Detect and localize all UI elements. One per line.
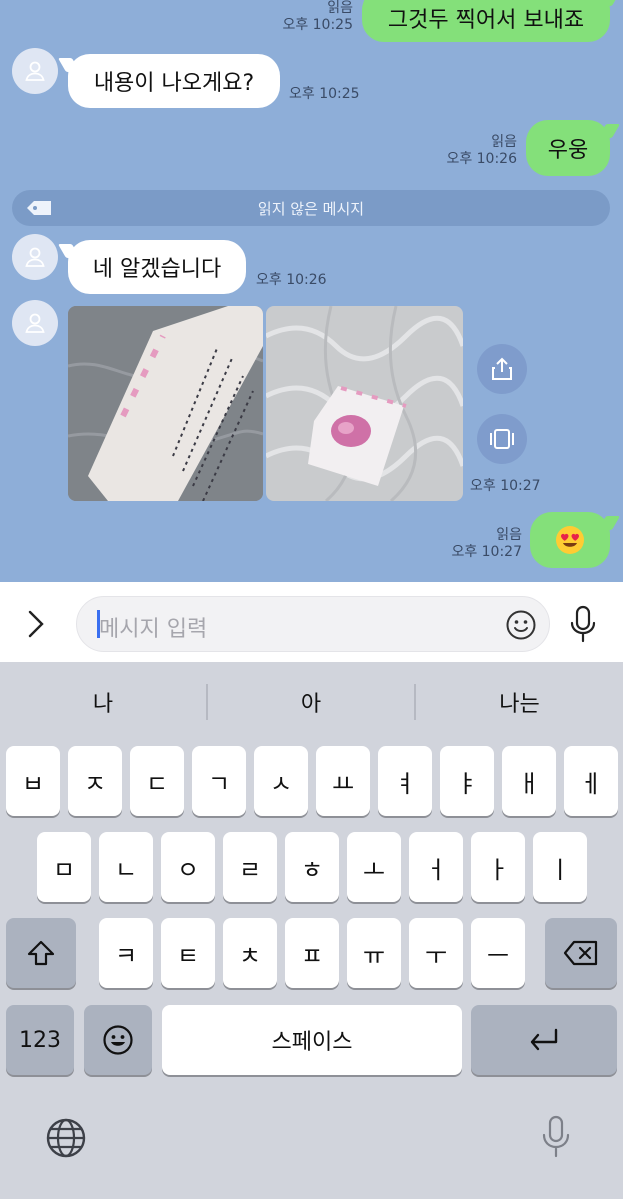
message-input-placeholder: 메시지 입력 bbox=[99, 617, 208, 642]
message-time: 오후 10:27 bbox=[451, 544, 522, 560]
message-bubble-outgoing[interactable]: 우웅 bbox=[526, 120, 610, 176]
unread-divider: 읽지 않은 메시지 bbox=[12, 190, 610, 226]
unread-tag-icon bbox=[27, 201, 51, 215]
chat-area[interactable]: 읽음 오후 10:25 그것두 찍어서 보내죠 내용이 나오게요? 오후 10:… bbox=[0, 0, 623, 582]
key[interactable]: ㄹ bbox=[223, 832, 277, 902]
avatar[interactable] bbox=[12, 234, 58, 280]
key[interactable]: ㅕ bbox=[378, 746, 432, 816]
key[interactable]: ㅛ bbox=[316, 746, 370, 816]
person-icon bbox=[25, 313, 45, 333]
key[interactable]: ㅔ bbox=[564, 746, 618, 816]
suggestion-item[interactable]: 아 bbox=[208, 662, 414, 742]
read-indicator: 읽음 bbox=[491, 134, 517, 150]
view-album-button[interactable] bbox=[477, 414, 527, 464]
emoji-key[interactable] bbox=[84, 1005, 152, 1075]
message-text: 네 알겠습니다 bbox=[92, 257, 222, 282]
message-text: 내용이 나오게요? bbox=[93, 71, 255, 96]
key[interactable]: ㅠ bbox=[347, 918, 401, 988]
key[interactable]: ㅈ bbox=[68, 746, 122, 816]
shift-key[interactable] bbox=[6, 918, 76, 988]
shift-icon bbox=[27, 940, 55, 966]
key[interactable]: ㅐ bbox=[502, 746, 556, 816]
share-icon bbox=[492, 357, 512, 380]
key[interactable]: ㅋ bbox=[99, 918, 153, 988]
key[interactable]: ㄷ bbox=[130, 746, 184, 816]
dictation-icon bbox=[542, 1115, 570, 1158]
photo-thumbnail[interactable] bbox=[68, 306, 263, 501]
keyboard: 나 아 나는 ㅂ ㅈ ㄷ ㄱ ㅅ ㅛ ㅕ ㅑ ㅐ ㅔ ㅁ ㄴ ㅇ ㄹ ㅎ ㅗ ㅓ… bbox=[0, 662, 623, 1199]
heart-eyes-emoji-icon bbox=[556, 526, 584, 554]
key[interactable]: ㅅ bbox=[254, 746, 308, 816]
message-meta: 읽음 오후 10:26 bbox=[446, 134, 517, 168]
message-bubble-outgoing[interactable]: 그것두 찍어서 보내죠 bbox=[362, 0, 610, 42]
message-bubble-outgoing[interactable] bbox=[530, 512, 610, 568]
mic-icon bbox=[570, 605, 596, 643]
message-bubble-incoming[interactable]: 네 알겠습니다 bbox=[68, 240, 246, 294]
emoji-button[interactable] bbox=[505, 609, 537, 641]
key[interactable]: ㅑ bbox=[440, 746, 494, 816]
suggestion-item[interactable]: 나는 bbox=[416, 662, 623, 742]
voice-button[interactable] bbox=[566, 604, 600, 644]
key[interactable]: ㅊ bbox=[223, 918, 277, 988]
key[interactable]: ㅂ bbox=[6, 746, 60, 816]
key[interactable]: ㅜ bbox=[409, 918, 463, 988]
message-text: 우웅 bbox=[547, 138, 589, 163]
backspace-icon bbox=[563, 940, 598, 966]
key[interactable]: ㅡ bbox=[471, 918, 525, 988]
chevron-right-icon bbox=[28, 610, 44, 638]
dictation-button[interactable] bbox=[538, 1114, 574, 1160]
globe-icon bbox=[46, 1118, 86, 1158]
message-meta: 읽음 오후 10:25 bbox=[282, 0, 353, 34]
message-time: 오후 10:26 bbox=[446, 151, 517, 167]
message-time: 오후 10:25 bbox=[289, 86, 360, 102]
avatar[interactable] bbox=[12, 48, 58, 94]
numbers-key[interactable]: 123 bbox=[6, 1005, 74, 1075]
key[interactable]: ㅇ bbox=[161, 832, 215, 902]
share-button[interactable] bbox=[477, 344, 527, 394]
key[interactable]: ㅁ bbox=[37, 832, 91, 902]
suggestion-item[interactable]: 나 bbox=[0, 662, 206, 742]
return-icon bbox=[530, 1028, 558, 1051]
key[interactable]: ㅍ bbox=[285, 918, 339, 988]
key[interactable]: ㅗ bbox=[347, 832, 401, 902]
key[interactable]: ㅏ bbox=[471, 832, 525, 902]
message-meta: 읽음 오후 10:27 bbox=[451, 527, 522, 561]
emoji-icon bbox=[506, 610, 536, 640]
message-time: 오후 10:26 bbox=[256, 272, 327, 288]
key[interactable]: ㄴ bbox=[99, 832, 153, 902]
key[interactable]: ㅎ bbox=[285, 832, 339, 902]
return-key[interactable] bbox=[471, 1005, 617, 1075]
message-bubble-incoming[interactable]: 내용이 나오게요? bbox=[68, 54, 280, 108]
key[interactable]: ㅣ bbox=[533, 832, 587, 902]
read-indicator: 읽음 bbox=[327, 0, 353, 16]
read-indicator: 읽음 bbox=[496, 527, 522, 543]
person-icon bbox=[25, 61, 45, 81]
emoji-icon bbox=[103, 1025, 133, 1055]
message-input[interactable]: 메시지 입력 bbox=[76, 596, 550, 652]
photo-thumbnail[interactable] bbox=[266, 306, 463, 501]
message-time: 오후 10:25 bbox=[282, 17, 353, 33]
message-text: 그것두 찍어서 보내죠 bbox=[387, 8, 585, 33]
backspace-key[interactable] bbox=[545, 918, 617, 988]
key[interactable]: ㄱ bbox=[192, 746, 246, 816]
message-input-bar: 메시지 입력 bbox=[0, 582, 623, 662]
message-time: 오후 10:27 bbox=[470, 478, 541, 494]
unread-divider-label: 읽지 않은 메시지 bbox=[257, 199, 365, 218]
key[interactable]: ㅓ bbox=[409, 832, 463, 902]
globe-button[interactable] bbox=[44, 1116, 88, 1160]
key[interactable]: ㅌ bbox=[161, 918, 215, 988]
expand-button[interactable] bbox=[18, 606, 54, 642]
space-key[interactable]: 스페이스 bbox=[162, 1005, 462, 1075]
person-icon bbox=[25, 247, 45, 267]
avatar[interactable] bbox=[12, 300, 58, 346]
gallery-icon bbox=[490, 429, 514, 449]
